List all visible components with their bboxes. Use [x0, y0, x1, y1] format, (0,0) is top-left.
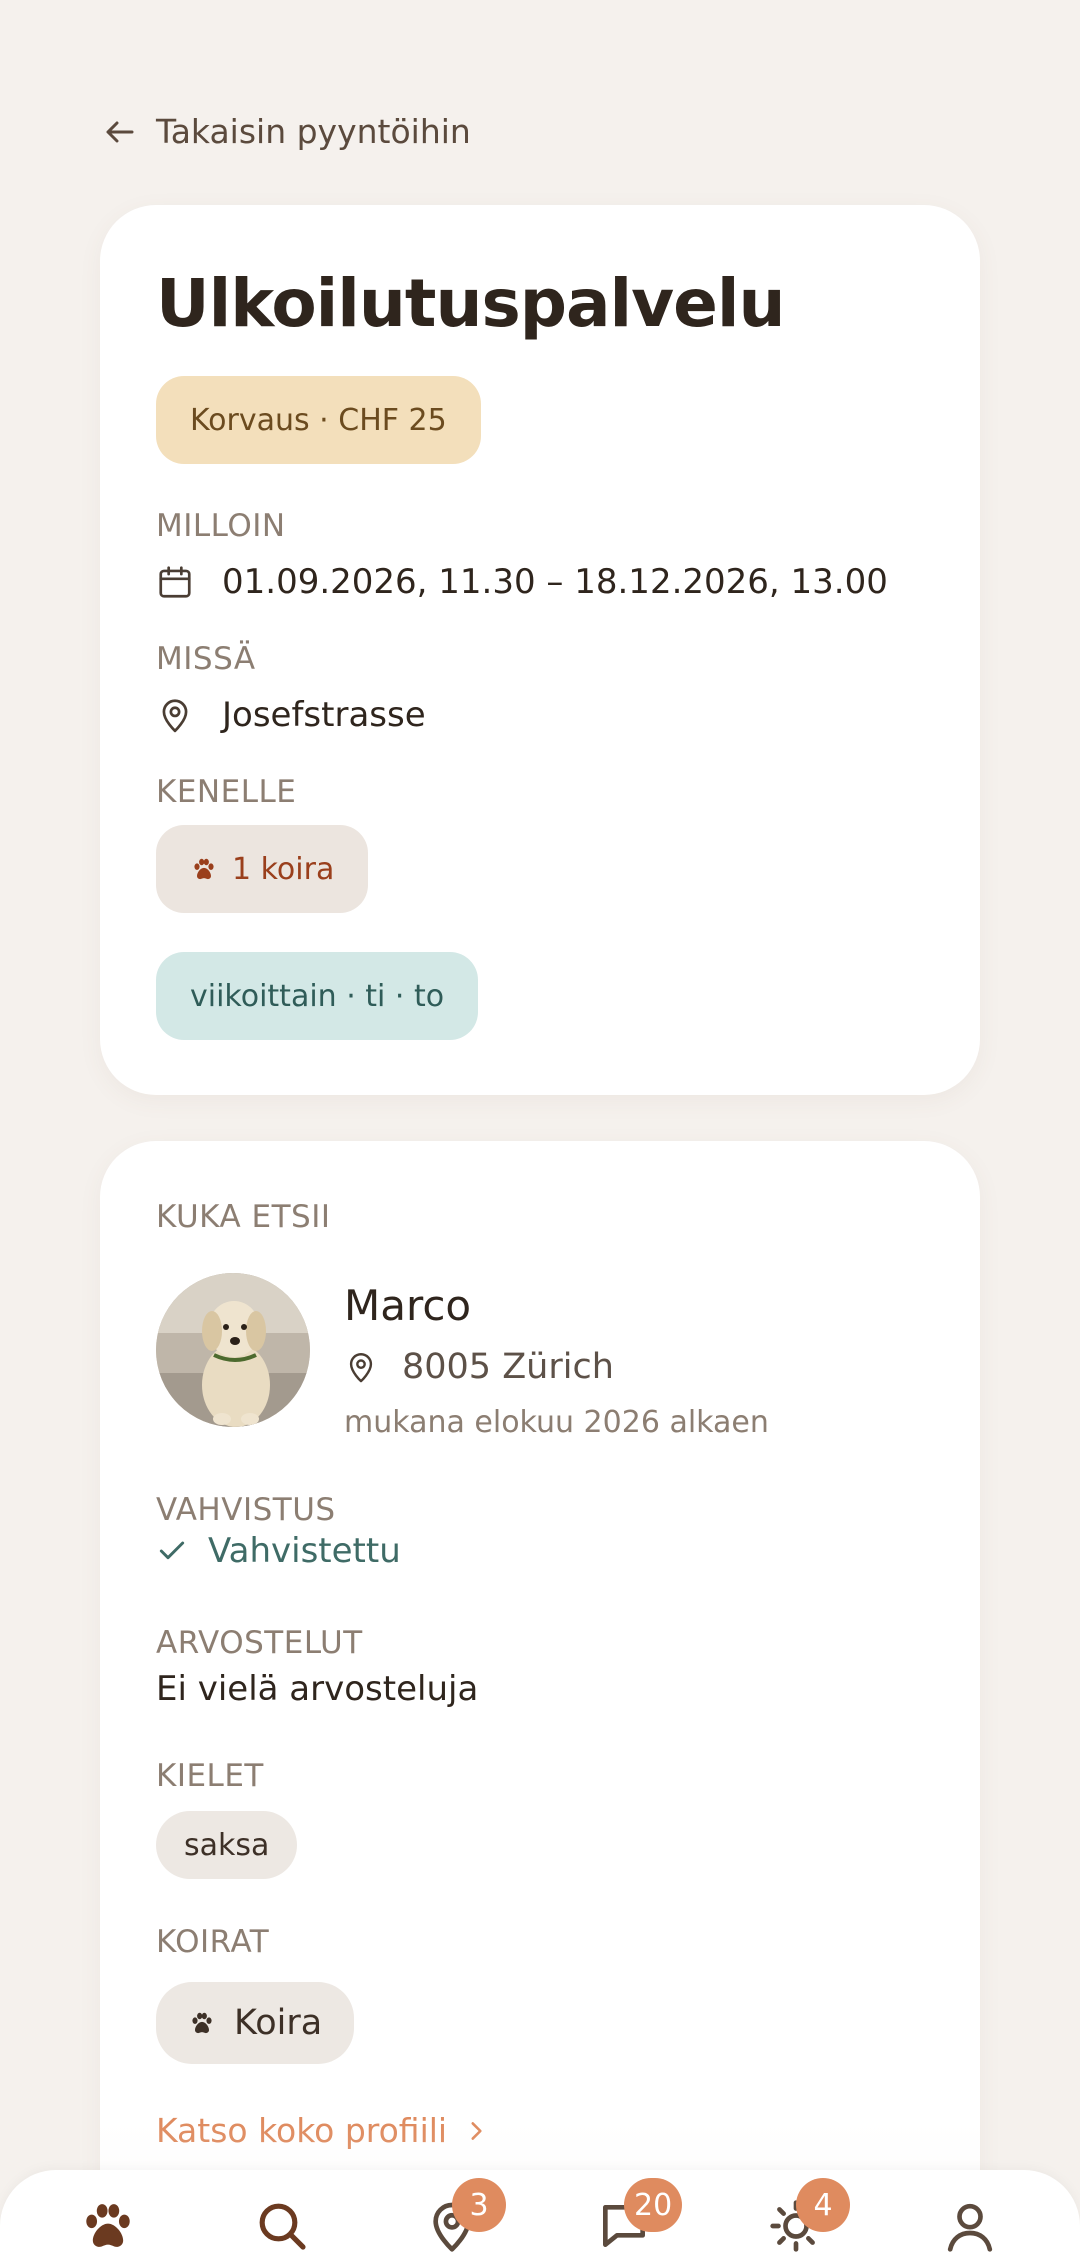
map-badge: 3 [452, 2178, 506, 2232]
nav-map[interactable]: 3 [424, 2178, 506, 2258]
request-title: Ulkoilutuspalvelu [156, 265, 786, 342]
for-whom-label: KENELLE [156, 774, 297, 810]
view-profile-label: Katso koko profiili [156, 2111, 448, 2150]
dog-chip[interactable]: Koira [156, 1982, 355, 2064]
request-card: Ulkoilutuspalvelu Korvaus · CHF 25 MILLO… [100, 205, 980, 1095]
verification-value: Vahvistettu [208, 1531, 401, 1571]
back-link-label: Takaisin pyyntöihin [156, 112, 471, 151]
nav-search[interactable] [254, 2198, 314, 2258]
nav-profile[interactable] [942, 2198, 1002, 2258]
compensation-badge: Korvaus · CHF 25 [156, 376, 481, 464]
bottom-nav: 3 20 4 [0, 2170, 1080, 2268]
nav-activity[interactable]: 4 [768, 2178, 850, 2258]
where-label: MISSÄ [156, 641, 256, 677]
dog-chip-label: Koira [234, 2003, 323, 2043]
owner-name: Marco [344, 1281, 472, 1330]
user-icon [947, 2203, 993, 2252]
reviews-label: ARVOSTELUT [156, 1625, 363, 1661]
activity-badge: 4 [796, 2178, 850, 2232]
map-pin-icon [162, 699, 188, 733]
reviews-value: Ei vielä arvosteluja [156, 1669, 479, 1709]
nav-messages[interactable]: 20 [596, 2178, 683, 2258]
owner-card: KUKA ETSII Marco 8005 Zürich mukana elok… [100, 1141, 980, 2268]
when-row: 01.09.2026, 11.30 – 18.12.2026, 13.00 [156, 562, 888, 602]
where-row: Josefstrasse [156, 695, 426, 735]
map-pin-icon [349, 1353, 373, 1383]
back-link[interactable]: Takaisin pyyntöihin [102, 112, 471, 151]
dog-count-text: 1 koira [232, 851, 335, 887]
owner-location-text: 8005 Zürich [402, 1347, 614, 1387]
paw-icon [86, 2204, 130, 2247]
avatar[interactable] [156, 1273, 310, 1427]
language-chip: saksa [156, 1811, 298, 1879]
paw-icon [192, 2012, 212, 2034]
owner-section-label: KUKA ETSII [156, 1199, 331, 1235]
when-value: 01.09.2026, 11.30 – 18.12.2026, 13.00 [222, 562, 888, 602]
arrow-left-icon [106, 121, 134, 142]
nav-home[interactable] [80, 2198, 140, 2258]
owner-location: 8005 Zürich [344, 1347, 614, 1387]
verification-label: VAHVISTUS [156, 1492, 336, 1528]
member-since: mukana elokuu 2026 alkaen [344, 1405, 769, 1440]
dog-count-badge: 1 koira [156, 825, 369, 913]
messages-badge: 20 [624, 2178, 683, 2232]
recurrence-badge: viikoittain · ti · to [156, 952, 479, 1040]
verification-status: Vahvistettu [156, 1531, 401, 1571]
check-icon [159, 1541, 185, 1560]
where-value: Josefstrasse [222, 695, 426, 735]
languages-label: KIELET [156, 1758, 264, 1794]
chevron-right-icon [471, 2121, 482, 2140]
dogs-label: KOIRAT [156, 1924, 270, 1960]
paw-icon [194, 858, 214, 880]
calendar-icon [159, 566, 191, 598]
view-profile-link[interactable]: Katso koko profiili [156, 2111, 489, 2150]
search-icon [259, 2203, 306, 2250]
when-label: MILLOIN [156, 508, 286, 544]
dog-photo-icon [156, 1273, 310, 1427]
